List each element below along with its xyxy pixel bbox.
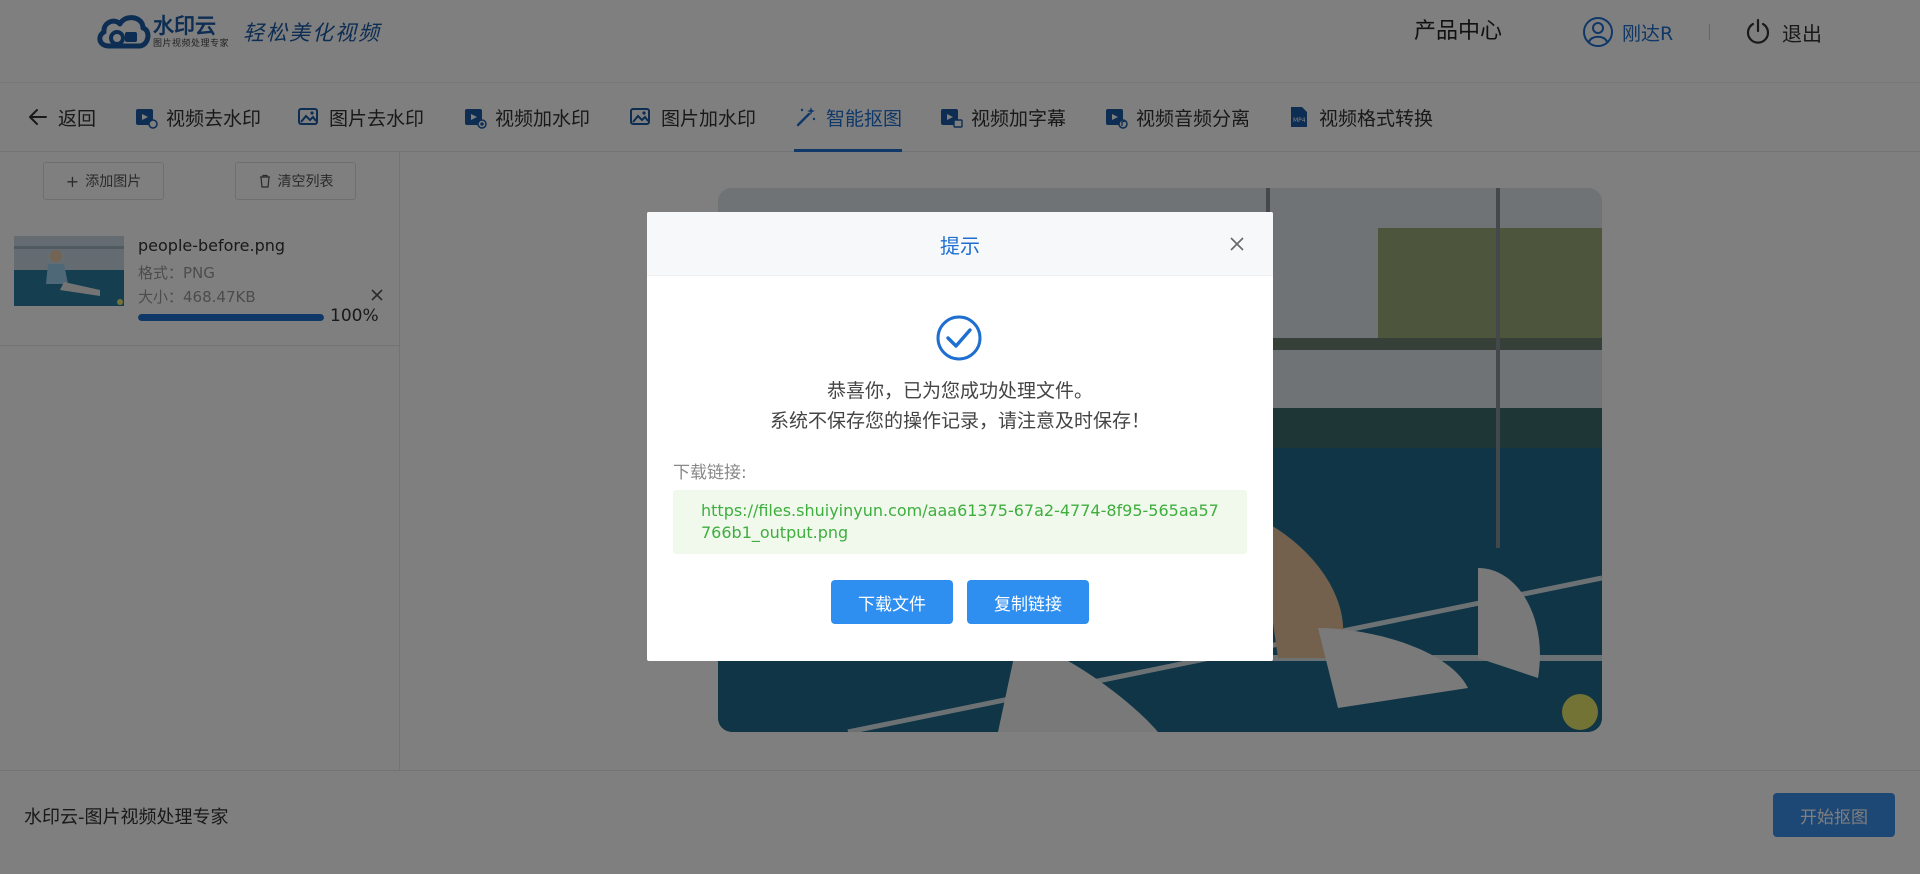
dialog-title: 提示: [940, 234, 980, 258]
success-dialog: 提示 恭喜你，已为您成功处理文件。 系统不保存您的操作记录，请注意及时保存！ 下…: [647, 212, 1273, 661]
close-icon[interactable]: [1225, 232, 1249, 256]
download-file-button[interactable]: 下载文件: [831, 580, 953, 624]
download-link[interactable]: https://files.shuiyinyun.com/aaa61375-67…: [673, 490, 1247, 554]
dialog-header: 提示: [647, 212, 1273, 276]
download-label: 下载链接:: [673, 463, 747, 483]
copy-link-button[interactable]: 复制链接: [967, 580, 1089, 624]
save-reminder: 系统不保存您的操作记录，请注意及时保存！: [769, 410, 1150, 432]
success-check-icon: [936, 315, 982, 361]
success-message: 恭喜你，已为您成功处理文件。: [826, 380, 1093, 402]
